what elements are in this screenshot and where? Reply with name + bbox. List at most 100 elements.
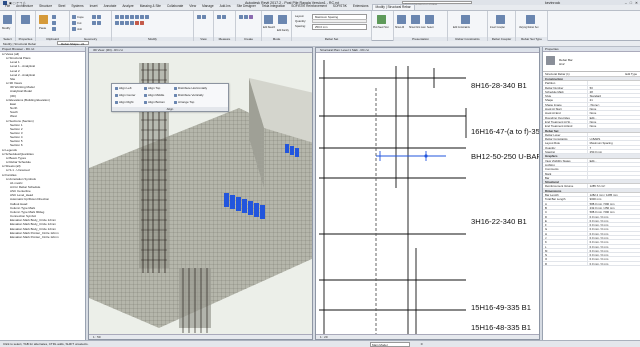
view-tools[interactable] [197,15,207,20]
ribbon-tab[interactable]: SOFiSTiK [330,4,350,10]
modify-tools-row1[interactable] [115,15,150,20]
property-value[interactable] [586,162,640,167]
ribbon-tab[interactable]: Steel [55,4,68,10]
match-button[interactable] [52,27,57,32]
rebar-tag[interactable]: 15H16-49-335 B1 [471,303,531,312]
property-value[interactable]: 21 [586,98,640,102]
copy-button[interactable] [52,21,57,26]
plan-canvas[interactable] [316,48,540,340]
property-value[interactable]: 588.0 mm / 590 mm [586,201,640,205]
property-value[interactable]: Standard [586,94,640,98]
edit-family-button[interactable] [278,15,288,24]
property-value[interactable] [586,171,640,175]
property-value[interactable]: 0.0 mm / 0 mm [586,231,640,235]
browser-item[interactable]: Elevation Mark Pointer_Circle 12mm [2,235,85,239]
align-top-item[interactable]: Align Top [144,86,160,90]
property-value[interactable]: None [586,124,640,128]
rebar-tag[interactable]: 16H16-47-(a to f)-350 [471,127,539,136]
property-row[interactable]: R 0.0 mm / 0 mm [543,261,640,267]
show-all-button[interactable] [397,15,407,24]
property-value[interactable]: 0.0 mm / 0 mm [586,257,640,261]
property-value[interactable]: 0.0 mm / 0 mm [586,253,640,257]
property-value[interactable]: 9000 mm [586,197,640,201]
property-value[interactable]: 232.0 mm / 250 mm [586,205,640,210]
property-value[interactable]: 28 [586,89,640,94]
rebar-tag[interactable]: 3H16-22-340 B1 [471,217,527,226]
property-value[interactable]: 588.0 mm / 590 mm [586,210,640,214]
selected-rebar-plan[interactable] [376,151,446,161]
create-tools[interactable] [239,15,254,20]
insert-coupler-button[interactable] [496,15,506,24]
property-value[interactable]: 0.0 mm / 0 mm [586,235,640,240]
active-model-select[interactable]: Main Model [370,342,410,347]
arrange-top-item[interactable]: Arrange Top [174,100,194,104]
ribbon-tab[interactable]: File [2,4,13,10]
close-icon[interactable]: ✕ [635,1,638,5]
presentation-select-button[interactable] [425,15,435,24]
ribbon-tab[interactable]: Insert [87,4,101,10]
ribbon-tab[interactable]: Structure [36,4,55,10]
property-value[interactable] [586,175,640,180]
align-left-item[interactable]: Align Left [115,86,132,90]
property-value[interactable]: Maximum Spacing [586,141,640,145]
pick-new-host-button[interactable] [377,15,387,24]
property-value[interactable]: 0.0 mm / 0 mm [586,223,640,227]
ribbon-tab[interactable]: Massing & Site [137,4,164,10]
rebar-shape-select[interactable]: Rebar Shape : 21 [56,41,89,46]
property-value[interactable] [586,167,640,171]
property-value[interactable] [586,132,640,137]
instance-filter-select[interactable]: Structural Rebar (1) [545,72,570,76]
geom-tool-1[interactable] [92,15,102,20]
property-value[interactable]: 0.0 mm / 0 mm [586,218,640,223]
align-right-item[interactable]: Align Right [115,100,134,104]
property-value[interactable]: 0.0 mm / 0 mm [586,214,640,218]
join-button[interactable]: Join [72,27,82,32]
align-middle-item[interactable]: Align Middle [144,93,164,97]
type-selector[interactable]: Rebar Bar H12 [543,52,640,72]
cut-button[interactable] [52,15,57,20]
view-3d[interactable]: 3D View: {3D} - RC.rvt Align Left Align … [88,47,313,340]
ribbon-tab[interactable]: Tekla Integration [259,4,288,10]
property-value[interactable]: 0.0 mm / 0 mm [586,261,640,266]
property-value[interactable]: 1285.72 cm³ [586,184,640,188]
align-bottom-item[interactable]: Align Bottom [144,100,165,104]
maximize-icon[interactable]: □ [630,1,632,5]
show-first-last-button[interactable] [411,15,421,24]
ribbon-tab[interactable]: Architecture [13,4,36,10]
ribbon-tab[interactable]: Modify | Structural Rebar [371,4,415,10]
ribbon-tab[interactable]: Manage [199,4,217,10]
cope-button[interactable]: Cope [72,15,84,20]
edit-sketch-button[interactable] [264,15,274,24]
rebar-tag[interactable]: 8H16-28-340 B1 [471,81,527,90]
edit-type-button[interactable]: Edit Type [625,72,637,76]
paste-button[interactable] [39,15,49,24]
property-value[interactable]: 0.0 mm / 0 mm [586,244,640,248]
quantity-input[interactable] [312,18,367,23]
properties-button[interactable] [21,15,31,24]
property-value[interactable]: Edit... [586,115,640,119]
property-value[interactable]: 0.0 mm / 0 mm [586,240,640,244]
varying-rebar-set-button[interactable] [526,15,536,24]
ribbon-tab[interactable]: Site Designer [234,4,259,10]
ribbon-tab[interactable]: Analyze [119,4,136,10]
property-value[interactable]: None [586,119,640,124]
geom-tool-2[interactable] [92,21,102,26]
property-value[interactable]: 1282.2 mm / 1285 mm [586,193,640,197]
edit-constraints-button[interactable] [461,15,471,24]
spacing-input[interactable]: 250.0 mm [312,23,367,30]
property-value[interactable]: <None> [586,102,640,107]
ribbon-tab[interactable]: Systems [68,4,86,10]
user-name[interactable]: kevinrock [545,1,560,5]
property-value[interactable]: U-BARS [586,137,640,141]
ribbon-tab[interactable]: Collaborate [164,4,186,10]
rebar-grip[interactable] [424,154,428,158]
property-value[interactable]: Edit... [586,158,640,162]
view-plan-control-bar[interactable]: 1 : 20 [316,334,539,339]
ribbon-tab[interactable]: Extensions [350,4,372,10]
view-structural-plan[interactable]: Structural Plan: Level 1 Slab - RC.rvt 8… [315,47,540,340]
rebar-tag[interactable]: BH12-50-250 U-BAR [471,152,539,161]
minimize-icon[interactable]: – [625,1,627,5]
property-value[interactable]: None [586,107,640,111]
cut-geometry-button[interactable]: Cut [72,21,81,26]
property-value[interactable]: 0.0 mm / 0 mm [586,248,640,253]
